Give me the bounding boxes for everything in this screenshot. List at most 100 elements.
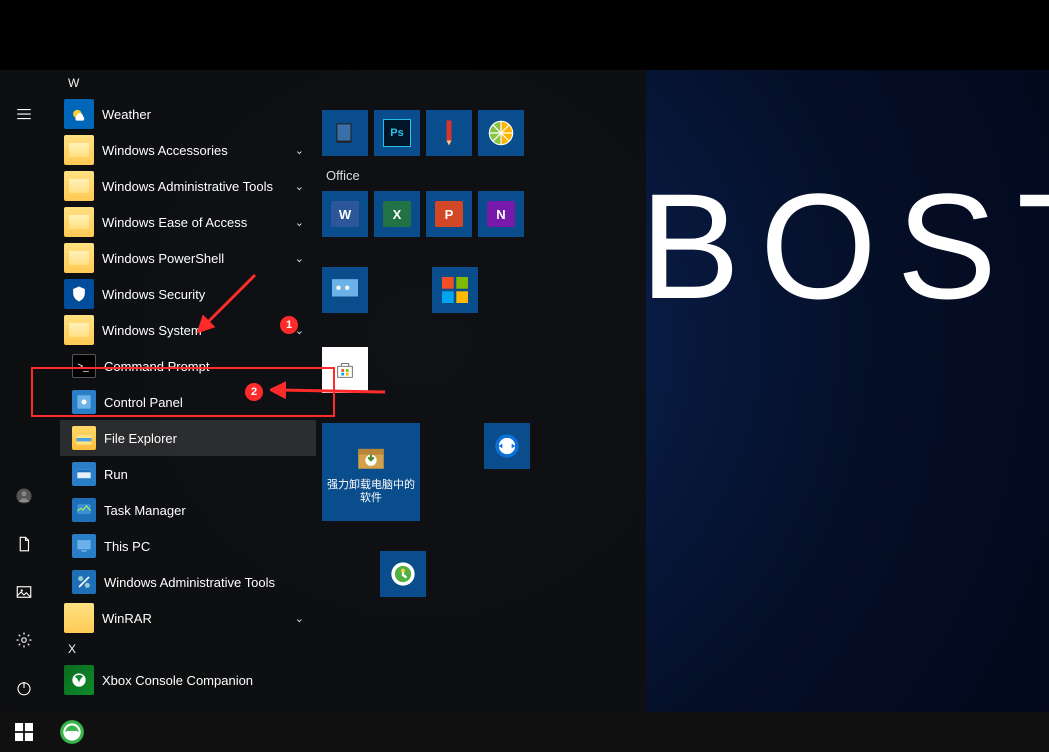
app-xbox[interactable]: Xbox Console Companion — [60, 662, 316, 698]
chevron-down-icon: ⌄ — [295, 180, 304, 193]
this-pc-icon — [72, 534, 96, 558]
app-file-explorer[interactable]: File Explorer — [60, 420, 316, 456]
app-command-prompt[interactable]: >_ Command Prompt — [60, 348, 316, 384]
app-winrar[interactable]: WinRAR ⌄ — [60, 600, 316, 636]
app-label: Windows System — [102, 323, 202, 338]
app-windows-ease-of-access[interactable]: Windows Ease of Access ⌄ — [60, 204, 316, 240]
tile-uninstaller[interactable]: 强力卸载电脑中的软件 — [322, 423, 420, 521]
folder-icon — [64, 315, 94, 345]
tile-pencil[interactable] — [426, 110, 472, 156]
chevron-down-icon: ⌄ — [295, 216, 304, 229]
tile-powerpoint[interactable]: P — [426, 191, 472, 237]
app-weather[interactable]: Weather — [60, 96, 316, 132]
tile-label: 强力卸载电脑中的软件 — [326, 479, 416, 505]
app-list: W Weather Windows Accessories ⌄ Windows … — [60, 70, 316, 712]
tiles-area: Ps Office W X P N — [322, 110, 632, 627]
app-label: Windows Administrative Tools — [104, 575, 275, 590]
folder-icon — [64, 171, 94, 201]
terminal-icon: >_ — [72, 354, 96, 378]
word-icon: W — [331, 201, 359, 227]
folder-icon — [64, 135, 94, 165]
tile-colors[interactable] — [432, 267, 478, 313]
app-label: Windows Ease of Access — [102, 215, 247, 230]
letter-header-w[interactable]: W — [60, 70, 316, 96]
powerpoint-icon: P — [435, 201, 463, 227]
tile-word[interactable]: W — [322, 191, 368, 237]
start-menu: W Weather Windows Accessories ⌄ Windows … — [0, 70, 646, 712]
app-run[interactable]: Run — [60, 456, 316, 492]
app-label: Xbox Console Companion — [102, 673, 253, 688]
app-control-panel[interactable]: Control Panel — [60, 384, 316, 420]
windows-logo-icon — [15, 723, 33, 741]
tile-citrus[interactable] — [478, 110, 524, 156]
chevron-down-icon: ⌄ — [295, 324, 304, 337]
tile-excel[interactable]: X — [374, 191, 420, 237]
power-icon — [15, 679, 33, 697]
account-button[interactable] — [0, 472, 48, 520]
app-label: WinRAR — [102, 611, 152, 626]
chevron-down-icon: ⌄ — [295, 252, 304, 265]
onenote-icon: N — [487, 201, 515, 227]
top-black-bar — [0, 0, 1049, 70]
app-windows-system[interactable]: Windows System ⌄ — [60, 312, 316, 348]
tile-store[interactable] — [322, 347, 368, 393]
hamburger-button[interactable] — [0, 90, 48, 138]
citrus-icon — [487, 119, 515, 147]
store-icon — [334, 359, 356, 381]
qq-icon — [389, 560, 417, 588]
excel-icon: X — [383, 201, 411, 227]
desktop-brand-text: BOST — [640, 160, 1049, 333]
teamviewer-icon — [493, 432, 521, 460]
shield-icon — [64, 279, 94, 309]
gear-icon — [15, 631, 33, 649]
weather-icon — [64, 99, 94, 129]
app-task-manager[interactable]: Task Manager — [60, 492, 316, 528]
settings-button[interactable] — [0, 616, 48, 664]
tile-teamviewer[interactable] — [484, 423, 530, 469]
tile-onenote[interactable]: N — [478, 191, 524, 237]
taskbar — [0, 712, 1049, 752]
app-this-pc[interactable]: This PC — [60, 528, 316, 564]
recycle-box-icon — [354, 439, 388, 473]
app-label: Weather — [102, 107, 151, 122]
tile-tablet[interactable] — [322, 110, 368, 156]
folder-icon — [64, 207, 94, 237]
app-label: Windows Accessories — [102, 143, 228, 158]
svg-text:>_: >_ — [77, 361, 89, 372]
user-icon — [15, 487, 33, 505]
app-windows-accessories[interactable]: Windows Accessories ⌄ — [60, 132, 316, 168]
app-label: Run — [104, 467, 128, 482]
app-windows-security[interactable]: Windows Security — [60, 276, 316, 312]
letter-header-x[interactable]: X — [60, 636, 316, 662]
control-panel-icon — [72, 390, 96, 414]
app-windows-admin-tools[interactable]: Windows Administrative Tools ⌄ — [60, 168, 316, 204]
folder-icon — [64, 243, 94, 273]
xbox-icon — [64, 665, 94, 695]
app-label: File Explorer — [104, 431, 177, 446]
tile-qq[interactable] — [380, 551, 426, 597]
folder-icon — [64, 603, 94, 633]
file-explorer-icon — [72, 426, 96, 450]
documents-button[interactable] — [0, 520, 48, 568]
tile-control-panel[interactable] — [322, 267, 368, 313]
run-icon — [72, 462, 96, 486]
power-button[interactable] — [0, 664, 48, 712]
tiles-group-label-office[interactable]: Office — [326, 168, 632, 183]
hamburger-icon — [15, 105, 33, 123]
app-label: Windows Administrative Tools — [102, 179, 273, 194]
app-label: This PC — [104, 539, 150, 554]
chevron-down-icon: ⌄ — [295, 612, 304, 625]
task-manager-icon — [72, 498, 96, 522]
taskbar-app-browser[interactable] — [48, 712, 96, 752]
app-label: Windows PowerShell — [102, 251, 224, 266]
app-windows-powershell[interactable]: Windows PowerShell ⌄ — [60, 240, 316, 276]
photoshop-icon: Ps — [383, 119, 411, 147]
app-admin-tools-sub[interactable]: Windows Administrative Tools — [60, 564, 316, 600]
pictures-icon — [15, 583, 33, 601]
document-icon — [15, 535, 33, 553]
app-label: Control Panel — [104, 395, 183, 410]
pictures-button[interactable] — [0, 568, 48, 616]
start-button[interactable] — [0, 712, 48, 752]
browser-e-icon — [59, 719, 85, 745]
tile-photoshop[interactable]: Ps — [374, 110, 420, 156]
